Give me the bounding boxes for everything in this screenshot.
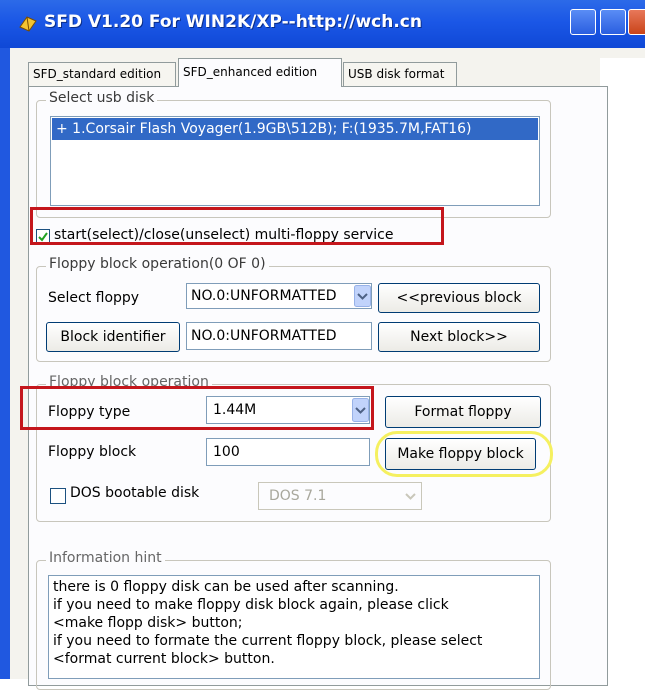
info-line: <make flopp disk> button; <box>53 615 243 631</box>
tab-enhanced-edition[interactable]: SFD_enhanced edition <box>178 58 342 87</box>
floppy-block-operation-legend: Floppy block operation(0 OF 0) <box>46 256 269 272</box>
minimize-button[interactable] <box>570 9 596 35</box>
information-hint-textbox[interactable]: there is 0 floppy disk can be used after… <box>48 575 540 679</box>
window-frame <box>0 48 10 679</box>
usb-disk-legend: Select usb disk <box>46 90 158 106</box>
close-button[interactable] <box>628 9 645 35</box>
next-block-button[interactable]: Next block>> <box>378 322 540 352</box>
block-identifier-button[interactable]: Block identifier <box>46 322 180 352</box>
tab-standard-edition[interactable]: SFD_standard edition <box>28 62 176 86</box>
select-floppy-dropdown[interactable]: NO.0:UNFORMATTED <box>186 283 372 309</box>
highlight-red-box <box>20 386 374 430</box>
dos-version-dropdown[interactable]: DOS 7.1 <box>258 482 422 510</box>
select-floppy-label: Select floppy <box>48 290 140 306</box>
highlight-red-box <box>30 207 444 245</box>
info-line: if you need to formate the current flopp… <box>53 633 483 649</box>
dos-bootable-checkbox[interactable] <box>50 488 66 504</box>
block-identifier-field[interactable]: NO.0:UNFORMATTED <box>186 322 372 350</box>
previous-block-button[interactable]: <<previous block <box>378 283 540 313</box>
information-hint-legend: Information hint <box>46 550 165 566</box>
floppy-block-input[interactable]: 100 <box>206 438 370 466</box>
floppy-block-label: Floppy block <box>48 444 137 460</box>
highlight-yellow-ring <box>375 431 553 477</box>
dos-bootable-label[interactable]: DOS bootable disk <box>70 485 199 501</box>
info-line: <format current block> button. <box>53 651 275 667</box>
chevron-down-icon[interactable] <box>354 285 371 307</box>
tab-usb-disk-format[interactable]: USB disk format <box>343 62 457 86</box>
app-icon <box>19 16 37 32</box>
format-floppy-button[interactable]: Format floppy <box>385 396 541 428</box>
window-title: SFD V1.20 For WIN2K/XP--http://wch.cn <box>44 12 422 32</box>
maximize-button[interactable] <box>600 9 626 35</box>
chevron-down-icon[interactable] <box>402 484 419 508</box>
info-line: if you need to make floppy disk block ag… <box>53 597 449 613</box>
info-line: there is 0 floppy disk can be used after… <box>53 579 399 595</box>
usb-disk-item[interactable]: + 1.Corsair Flash Voyager(1.9GB\512B); F… <box>52 118 538 140</box>
